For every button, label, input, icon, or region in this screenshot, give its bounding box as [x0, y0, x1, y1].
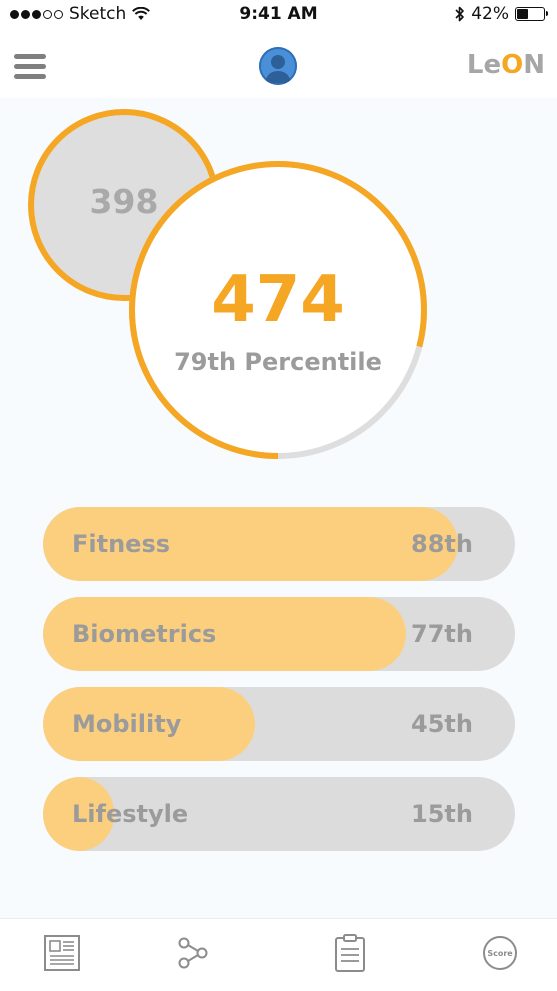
battery-percent: 42%	[471, 4, 509, 24]
status-bar: Sketch 9:41 AM 42%	[0, 0, 557, 30]
bluetooth-icon	[455, 6, 465, 22]
battery-icon	[515, 7, 548, 21]
category-bar-lifestyle[interactable]: Lifestyle 15th	[43, 777, 515, 851]
bottom-tab-bar: Score	[0, 918, 557, 991]
score-badge-label: Score	[487, 949, 513, 958]
category-value: 45th	[411, 710, 473, 738]
category-label: Mobility	[72, 710, 182, 738]
hamburger-menu-icon[interactable]	[14, 54, 46, 80]
current-score: 474	[211, 263, 345, 337]
category-value: 77th	[411, 620, 473, 648]
status-right: 42%	[455, 4, 548, 24]
category-value: 88th	[411, 530, 473, 558]
score-badge-icon[interactable]: Score	[480, 933, 520, 973]
newspaper-icon[interactable]	[42, 933, 82, 973]
user-avatar-icon[interactable]	[259, 47, 297, 85]
category-label: Lifestyle	[72, 800, 189, 828]
percentile-label: 79th Percentile	[174, 348, 382, 376]
category-label: Fitness	[72, 530, 171, 558]
category-bar-fitness[interactable]: Fitness 88th	[43, 507, 515, 581]
clipboard-icon[interactable]	[330, 933, 370, 973]
previous-score[interactable]: 398	[62, 182, 186, 221]
main-content: 398 474 79th Percentile Fitness 88th Bio…	[0, 98, 557, 918]
category-bar-mobility[interactable]: Mobility 45th	[43, 687, 515, 761]
category-value: 15th	[411, 800, 473, 828]
brand-logo: LeON	[466, 50, 545, 80]
category-label: Biometrics	[72, 620, 217, 648]
top-nav: LeON	[0, 30, 557, 98]
share-nodes-icon[interactable]	[174, 933, 214, 973]
category-bar-biometrics[interactable]: Biometrics 77th	[43, 597, 515, 671]
category-bars: Fitness 88th Biometrics 77th Mobility 45…	[43, 507, 515, 867]
